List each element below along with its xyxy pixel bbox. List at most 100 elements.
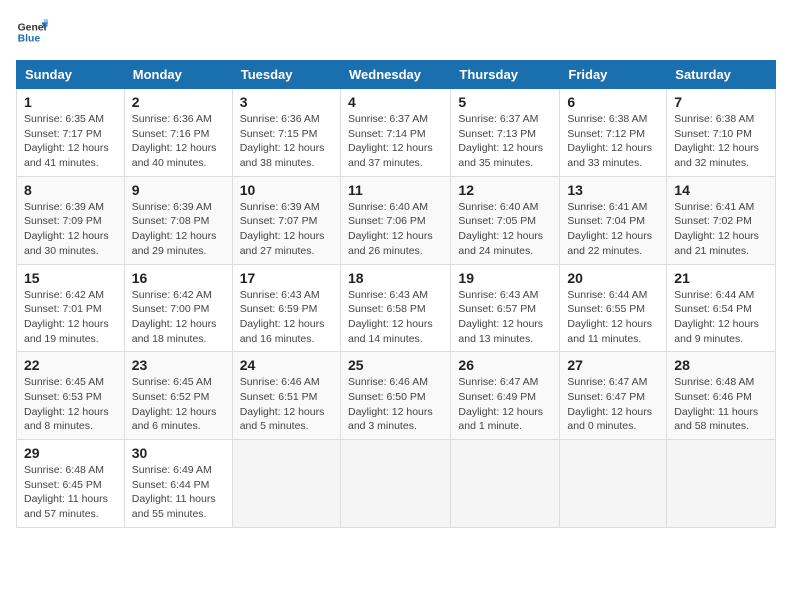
day-detail: Sunrise: 6:38 AM Sunset: 7:10 PM Dayligh…	[674, 112, 768, 171]
day-detail: Sunrise: 6:47 AM Sunset: 6:49 PM Dayligh…	[458, 375, 552, 434]
day-detail: Sunrise: 6:40 AM Sunset: 7:05 PM Dayligh…	[458, 200, 552, 259]
day-detail: Sunrise: 6:40 AM Sunset: 7:06 PM Dayligh…	[348, 200, 443, 259]
calendar-day-cell	[451, 440, 560, 528]
day-detail: Sunrise: 6:37 AM Sunset: 7:14 PM Dayligh…	[348, 112, 443, 171]
calendar-day-cell: 4 Sunrise: 6:37 AM Sunset: 7:14 PM Dayli…	[340, 89, 450, 177]
col-friday: Friday	[560, 61, 667, 89]
day-number: 6	[567, 94, 659, 110]
calendar-day-cell: 11 Sunrise: 6:40 AM Sunset: 7:06 PM Dayl…	[340, 176, 450, 264]
day-detail: Sunrise: 6:48 AM Sunset: 6:45 PM Dayligh…	[24, 463, 117, 522]
day-number: 12	[458, 182, 552, 198]
calendar-day-cell: 23 Sunrise: 6:45 AM Sunset: 6:52 PM Dayl…	[124, 352, 232, 440]
logo-icon: General Blue	[16, 16, 48, 48]
calendar-week-row: 1 Sunrise: 6:35 AM Sunset: 7:17 PM Dayli…	[17, 89, 776, 177]
day-number: 28	[674, 357, 768, 373]
day-detail: Sunrise: 6:46 AM Sunset: 6:50 PM Dayligh…	[348, 375, 443, 434]
day-detail: Sunrise: 6:47 AM Sunset: 6:47 PM Dayligh…	[567, 375, 659, 434]
col-wednesday: Wednesday	[340, 61, 450, 89]
calendar-day-cell	[560, 440, 667, 528]
calendar-day-cell: 1 Sunrise: 6:35 AM Sunset: 7:17 PM Dayli…	[17, 89, 125, 177]
calendar-day-cell: 24 Sunrise: 6:46 AM Sunset: 6:51 PM Dayl…	[232, 352, 340, 440]
page-header: General Blue	[16, 16, 776, 48]
calendar-day-cell: 26 Sunrise: 6:47 AM Sunset: 6:49 PM Dayl…	[451, 352, 560, 440]
calendar-day-cell: 5 Sunrise: 6:37 AM Sunset: 7:13 PM Dayli…	[451, 89, 560, 177]
calendar-day-cell: 20 Sunrise: 6:44 AM Sunset: 6:55 PM Dayl…	[560, 264, 667, 352]
calendar-day-cell: 21 Sunrise: 6:44 AM Sunset: 6:54 PM Dayl…	[667, 264, 776, 352]
calendar-day-cell: 18 Sunrise: 6:43 AM Sunset: 6:58 PM Dayl…	[340, 264, 450, 352]
calendar-day-cell: 14 Sunrise: 6:41 AM Sunset: 7:02 PM Dayl…	[667, 176, 776, 264]
day-number: 30	[132, 445, 225, 461]
day-number: 22	[24, 357, 117, 373]
day-detail: Sunrise: 6:36 AM Sunset: 7:16 PM Dayligh…	[132, 112, 225, 171]
calendar-day-cell: 6 Sunrise: 6:38 AM Sunset: 7:12 PM Dayli…	[560, 89, 667, 177]
calendar-week-row: 29 Sunrise: 6:48 AM Sunset: 6:45 PM Dayl…	[17, 440, 776, 528]
day-number: 27	[567, 357, 659, 373]
svg-text:Blue: Blue	[18, 34, 41, 45]
col-sunday: Sunday	[17, 61, 125, 89]
day-detail: Sunrise: 6:44 AM Sunset: 6:54 PM Dayligh…	[674, 288, 768, 347]
day-detail: Sunrise: 6:43 AM Sunset: 6:58 PM Dayligh…	[348, 288, 443, 347]
day-number: 1	[24, 94, 117, 110]
day-number: 26	[458, 357, 552, 373]
calendar-day-cell: 28 Sunrise: 6:48 AM Sunset: 6:46 PM Dayl…	[667, 352, 776, 440]
day-detail: Sunrise: 6:39 AM Sunset: 7:08 PM Dayligh…	[132, 200, 225, 259]
day-number: 3	[240, 94, 333, 110]
day-detail: Sunrise: 6:45 AM Sunset: 6:52 PM Dayligh…	[132, 375, 225, 434]
day-number: 9	[132, 182, 225, 198]
calendar-day-cell: 30 Sunrise: 6:49 AM Sunset: 6:44 PM Dayl…	[124, 440, 232, 528]
calendar-day-cell	[340, 440, 450, 528]
day-number: 24	[240, 357, 333, 373]
col-saturday: Saturday	[667, 61, 776, 89]
day-detail: Sunrise: 6:46 AM Sunset: 6:51 PM Dayligh…	[240, 375, 333, 434]
calendar-day-cell: 19 Sunrise: 6:43 AM Sunset: 6:57 PM Dayl…	[451, 264, 560, 352]
day-number: 10	[240, 182, 333, 198]
day-number: 15	[24, 270, 117, 286]
day-number: 17	[240, 270, 333, 286]
day-number: 14	[674, 182, 768, 198]
day-detail: Sunrise: 6:44 AM Sunset: 6:55 PM Dayligh…	[567, 288, 659, 347]
calendar-day-cell: 27 Sunrise: 6:47 AM Sunset: 6:47 PM Dayl…	[560, 352, 667, 440]
calendar-day-cell: 17 Sunrise: 6:43 AM Sunset: 6:59 PM Dayl…	[232, 264, 340, 352]
day-number: 5	[458, 94, 552, 110]
calendar-day-cell: 2 Sunrise: 6:36 AM Sunset: 7:16 PM Dayli…	[124, 89, 232, 177]
calendar-week-row: 15 Sunrise: 6:42 AM Sunset: 7:01 PM Dayl…	[17, 264, 776, 352]
day-number: 29	[24, 445, 117, 461]
calendar-day-cell: 9 Sunrise: 6:39 AM Sunset: 7:08 PM Dayli…	[124, 176, 232, 264]
day-detail: Sunrise: 6:43 AM Sunset: 6:57 PM Dayligh…	[458, 288, 552, 347]
calendar-day-cell: 7 Sunrise: 6:38 AM Sunset: 7:10 PM Dayli…	[667, 89, 776, 177]
day-detail: Sunrise: 6:35 AM Sunset: 7:17 PM Dayligh…	[24, 112, 117, 171]
day-detail: Sunrise: 6:36 AM Sunset: 7:15 PM Dayligh…	[240, 112, 333, 171]
day-number: 13	[567, 182, 659, 198]
calendar-day-cell: 3 Sunrise: 6:36 AM Sunset: 7:15 PM Dayli…	[232, 89, 340, 177]
day-detail: Sunrise: 6:38 AM Sunset: 7:12 PM Dayligh…	[567, 112, 659, 171]
calendar-day-cell	[667, 440, 776, 528]
calendar-day-cell: 16 Sunrise: 6:42 AM Sunset: 7:00 PM Dayl…	[124, 264, 232, 352]
day-number: 8	[24, 182, 117, 198]
calendar-day-cell	[232, 440, 340, 528]
day-number: 16	[132, 270, 225, 286]
calendar-day-cell: 13 Sunrise: 6:41 AM Sunset: 7:04 PM Dayl…	[560, 176, 667, 264]
day-detail: Sunrise: 6:41 AM Sunset: 7:04 PM Dayligh…	[567, 200, 659, 259]
day-number: 2	[132, 94, 225, 110]
calendar-day-cell: 25 Sunrise: 6:46 AM Sunset: 6:50 PM Dayl…	[340, 352, 450, 440]
calendar-table: Sunday Monday Tuesday Wednesday Thursday…	[16, 60, 776, 528]
col-tuesday: Tuesday	[232, 61, 340, 89]
day-detail: Sunrise: 6:49 AM Sunset: 6:44 PM Dayligh…	[132, 463, 225, 522]
day-number: 23	[132, 357, 225, 373]
calendar-day-cell: 10 Sunrise: 6:39 AM Sunset: 7:07 PM Dayl…	[232, 176, 340, 264]
day-number: 20	[567, 270, 659, 286]
logo: General Blue	[16, 16, 48, 48]
calendar-day-cell: 29 Sunrise: 6:48 AM Sunset: 6:45 PM Dayl…	[17, 440, 125, 528]
calendar-week-row: 22 Sunrise: 6:45 AM Sunset: 6:53 PM Dayl…	[17, 352, 776, 440]
calendar-day-cell: 12 Sunrise: 6:40 AM Sunset: 7:05 PM Dayl…	[451, 176, 560, 264]
day-detail: Sunrise: 6:43 AM Sunset: 6:59 PM Dayligh…	[240, 288, 333, 347]
day-detail: Sunrise: 6:41 AM Sunset: 7:02 PM Dayligh…	[674, 200, 768, 259]
day-number: 11	[348, 182, 443, 198]
day-detail: Sunrise: 6:42 AM Sunset: 7:01 PM Dayligh…	[24, 288, 117, 347]
day-number: 21	[674, 270, 768, 286]
day-number: 25	[348, 357, 443, 373]
col-thursday: Thursday	[451, 61, 560, 89]
day-detail: Sunrise: 6:42 AM Sunset: 7:00 PM Dayligh…	[132, 288, 225, 347]
day-number: 4	[348, 94, 443, 110]
col-monday: Monday	[124, 61, 232, 89]
